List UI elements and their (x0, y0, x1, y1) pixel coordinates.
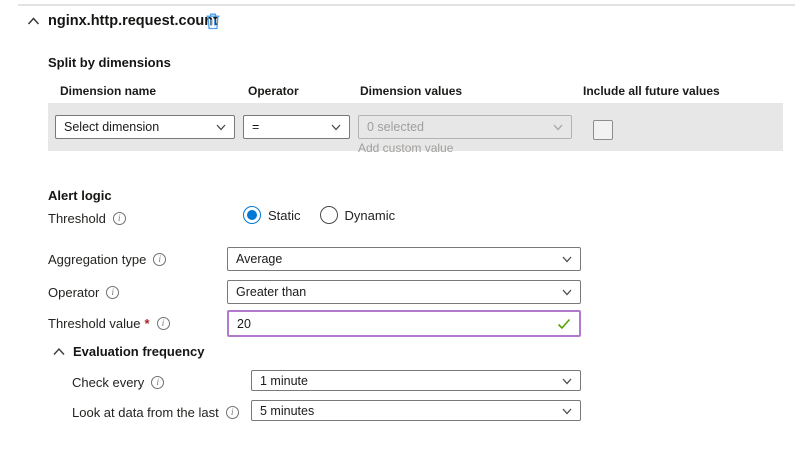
dimension-operator-select-value: = (252, 120, 259, 134)
column-header-include-future: Include all future values (583, 84, 720, 98)
radio-static[interactable]: Static (243, 206, 301, 224)
chevron-up-icon[interactable] (27, 16, 40, 26)
lookback-select[interactable]: 5 minutes (251, 400, 581, 421)
aggregation-type-select[interactable]: Average (227, 247, 581, 271)
threshold-value-label-row: Threshold value * i (48, 316, 170, 331)
trash-icon[interactable] (205, 12, 221, 30)
dimension-name-select-value: Select dimension (64, 120, 159, 134)
radio-button-unselected[interactable] (320, 206, 338, 224)
radio-static-label: Static (268, 208, 301, 223)
section-divider (18, 4, 795, 6)
operator-select-value: Greater than (236, 285, 306, 299)
include-future-values-checkbox[interactable] (593, 120, 613, 140)
check-every-label-row: Check every i (72, 375, 164, 390)
threshold-value-input[interactable] (229, 317, 557, 331)
lookback-select-value: 5 minutes (260, 404, 314, 418)
chevron-down-icon (330, 121, 342, 133)
info-icon[interactable]: i (226, 406, 239, 419)
add-custom-value-link[interactable]: Add custom value (358, 141, 453, 155)
alert-logic-title: Alert logic (48, 188, 112, 203)
chevron-down-icon (561, 286, 573, 298)
aggregation-type-select-value: Average (236, 252, 282, 266)
column-header-dimension-values: Dimension values (360, 84, 462, 98)
info-icon[interactable]: i (113, 212, 126, 225)
valid-check-icon (557, 318, 571, 330)
info-icon[interactable]: i (153, 253, 166, 266)
chevron-up-icon[interactable] (53, 347, 65, 356)
radio-dynamic-label: Dynamic (345, 208, 396, 223)
info-icon[interactable]: i (106, 286, 119, 299)
lookback-label: Look at data from the last (72, 405, 219, 420)
operator-select[interactable]: Greater than (227, 280, 581, 304)
column-header-dimension-name: Dimension name (60, 84, 156, 98)
threshold-label: Threshold (48, 211, 106, 226)
aggregation-type-label: Aggregation type (48, 252, 146, 267)
chevron-down-icon (561, 253, 573, 265)
threshold-label-row: Threshold i (48, 211, 126, 226)
required-asterisk: * (145, 316, 150, 331)
threshold-value-field (227, 310, 581, 337)
check-every-select-value: 1 minute (260, 374, 308, 388)
aggregation-type-label-row: Aggregation type i (48, 252, 166, 267)
evaluation-frequency-title: Evaluation frequency (73, 344, 204, 359)
dimension-operator-select[interactable]: = (243, 115, 350, 139)
lookback-label-row: Look at data from the last i (72, 405, 239, 420)
operator-label: Operator (48, 285, 99, 300)
info-icon[interactable]: i (157, 317, 170, 330)
threshold-value-label: Threshold value (48, 316, 141, 331)
radio-button-selected[interactable] (243, 206, 261, 224)
column-header-operator: Operator (248, 84, 299, 98)
operator-label-row: Operator i (48, 285, 119, 300)
split-by-dimensions-title: Split by dimensions (48, 55, 171, 70)
chevron-down-icon (561, 405, 573, 417)
dimension-row: Select dimension = 0 selected Add custom… (48, 103, 783, 151)
metric-title: nginx.http.request.count (48, 13, 218, 29)
threshold-radio-group: Static Dynamic (243, 206, 405, 224)
info-icon[interactable]: i (151, 376, 164, 389)
chevron-down-icon (561, 375, 573, 387)
chevron-down-icon (552, 121, 564, 133)
dimension-values-select[interactable]: 0 selected (358, 115, 572, 139)
dimension-name-select[interactable]: Select dimension (55, 115, 235, 139)
dimension-values-select-value: 0 selected (367, 120, 424, 134)
check-every-label: Check every (72, 375, 144, 390)
chevron-down-icon (215, 121, 227, 133)
radio-dynamic[interactable]: Dynamic (320, 206, 396, 224)
check-every-select[interactable]: 1 minute (251, 370, 581, 391)
